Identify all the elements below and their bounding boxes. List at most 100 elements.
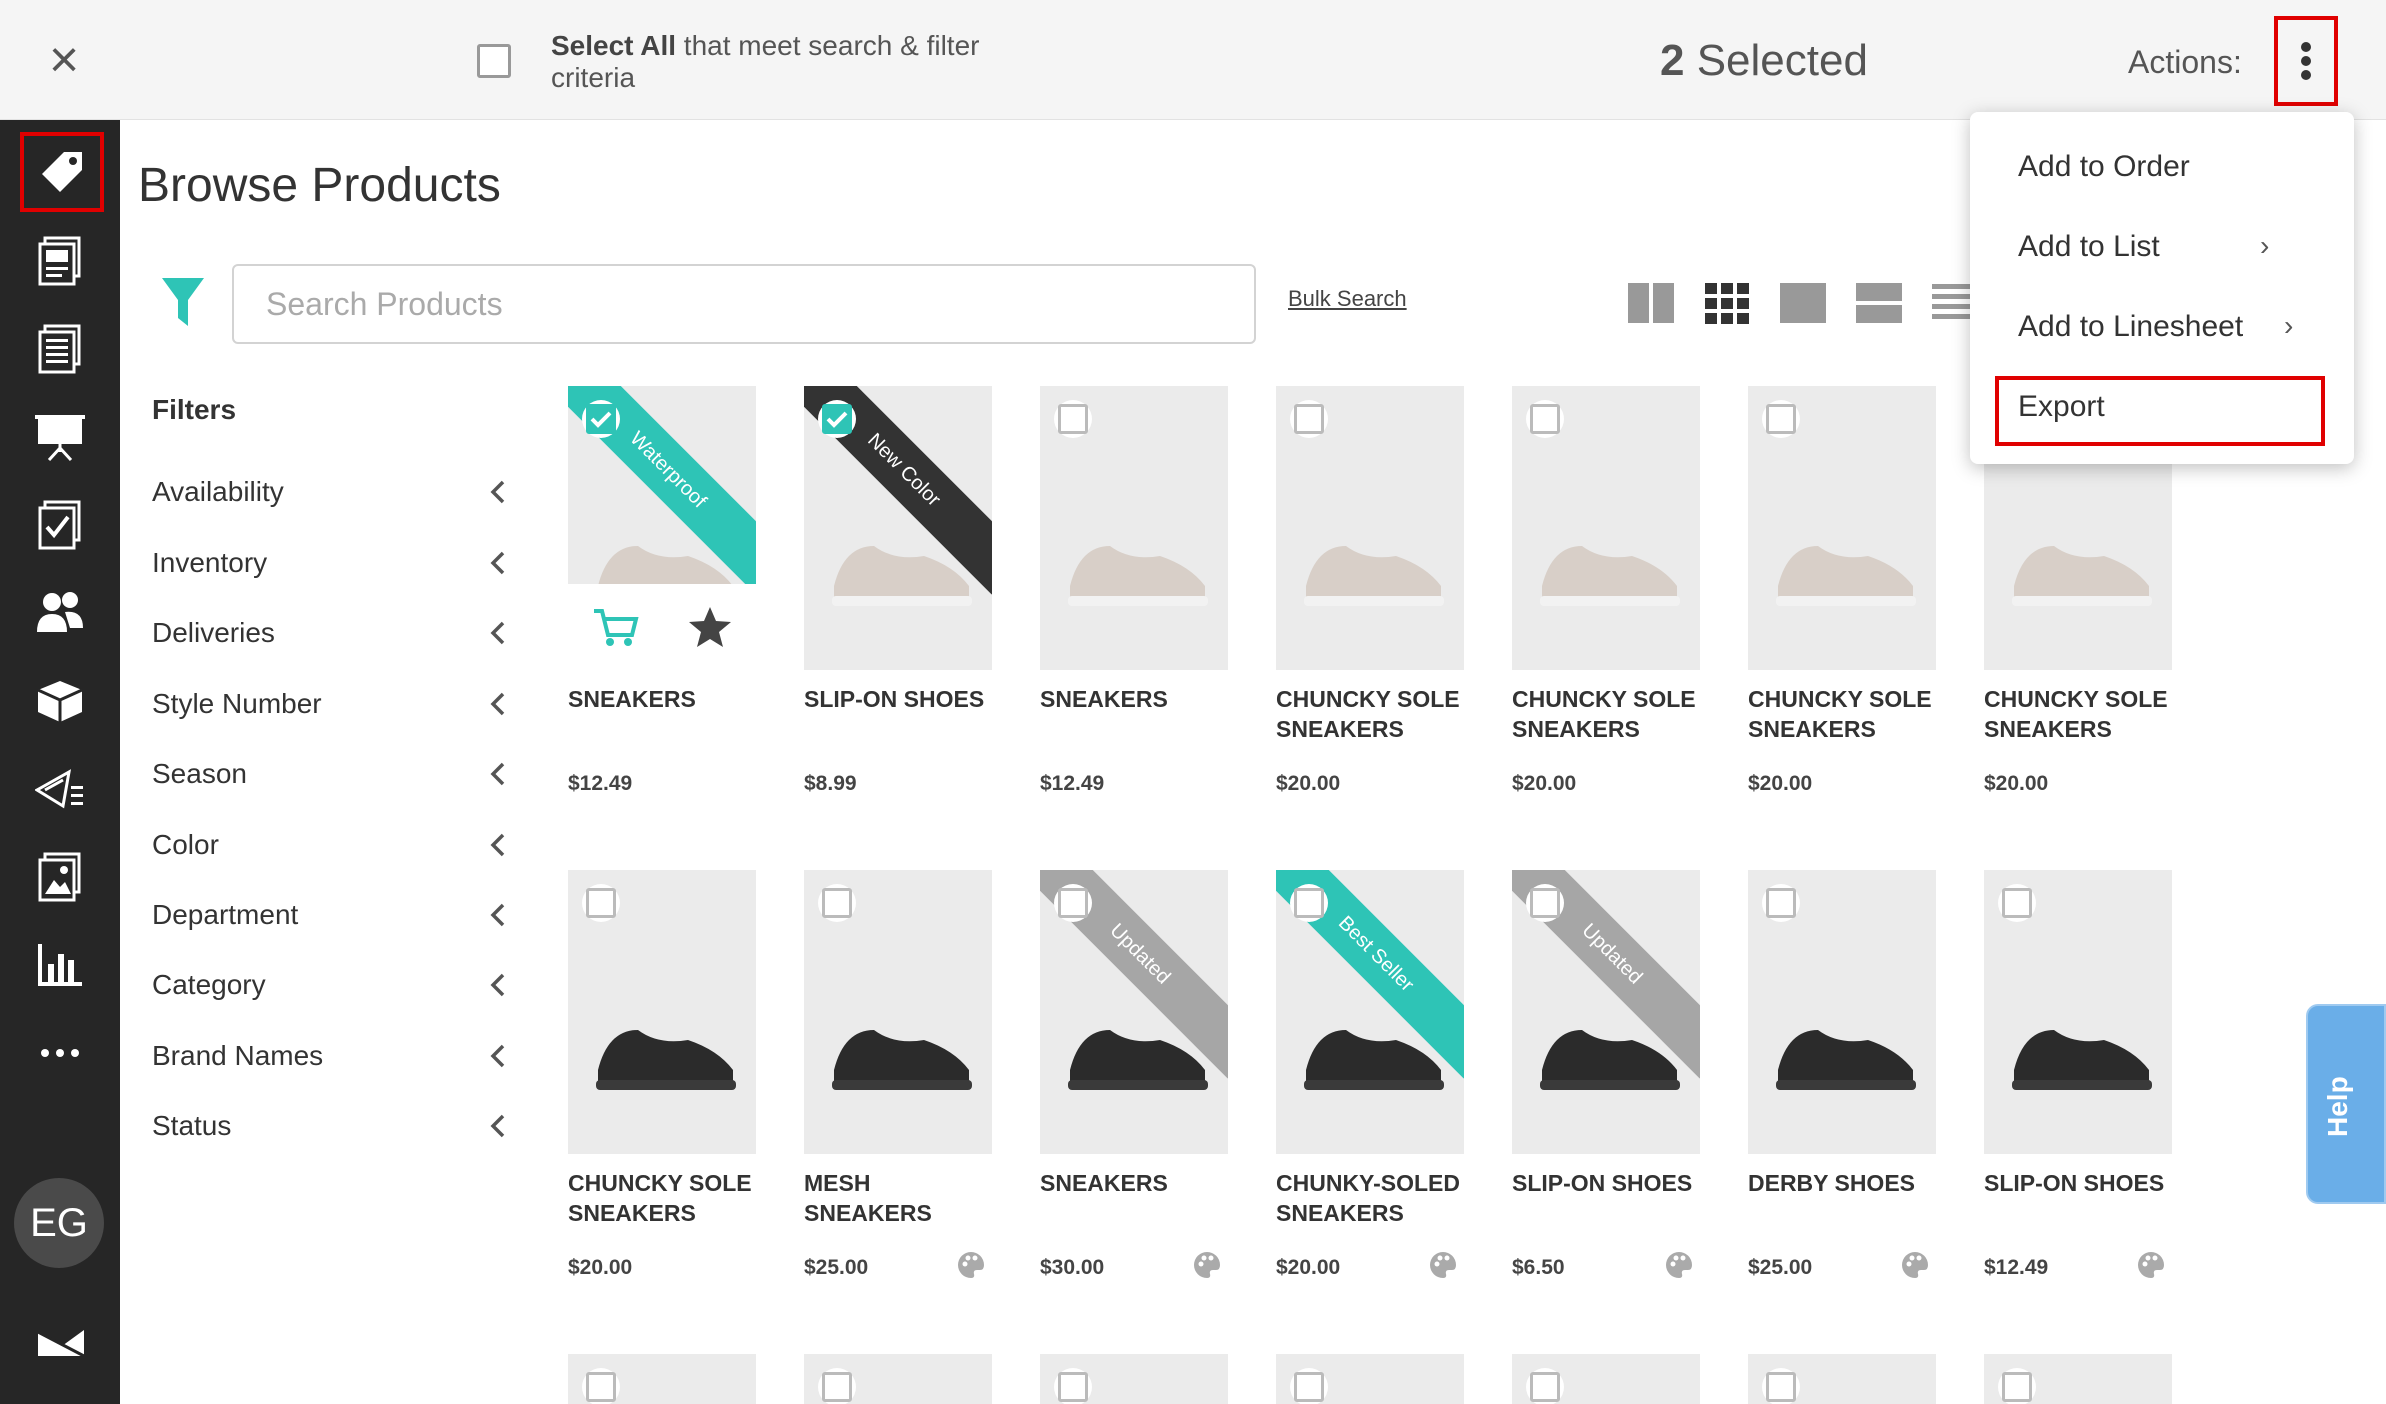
view-two-column-button[interactable] — [1626, 280, 1676, 326]
star-icon[interactable] — [687, 605, 733, 649]
sidebar-item-presentations[interactable] — [33, 410, 87, 464]
product-card[interactable] — [1276, 1354, 1466, 1404]
product-checkbox[interactable] — [1290, 884, 1328, 922]
view-grid-button[interactable] — [1702, 280, 1752, 326]
sidebar-item-products[interactable] — [20, 132, 104, 212]
product-image[interactable]: Updated — [1512, 870, 1700, 1154]
product-image[interactable] — [1040, 386, 1228, 670]
product-checkbox[interactable] — [1998, 1368, 2036, 1404]
filter-category[interactable]: Category — [152, 963, 512, 1007]
product-checkbox[interactable] — [582, 1368, 620, 1404]
product-image[interactable]: Waterproof — [568, 386, 756, 670]
help-button[interactable]: Help — [2306, 1004, 2386, 1204]
product-checkbox[interactable] — [1054, 1368, 1092, 1404]
sidebar-item-media[interactable] — [33, 850, 87, 904]
product-image[interactable] — [1512, 1354, 1700, 1404]
product-card[interactable]: SNEAKERS $12.49 — [1040, 386, 1230, 796]
sidebar-item-tasks[interactable] — [33, 498, 87, 552]
product-card[interactable]: Updated SLIP-ON SHOES $6.50 — [1512, 870, 1702, 1280]
product-card[interactable] — [1040, 1354, 1230, 1404]
product-card[interactable]: CHUNCKY SOLE SNEAKERS $20.00 — [1512, 386, 1702, 796]
menu-add-to-linesheet[interactable]: Add to Linesheet — [2018, 310, 2243, 344]
product-image[interactable] — [804, 1354, 992, 1404]
product-checkbox[interactable] — [1290, 400, 1328, 438]
product-name[interactable]: SNEAKERS — [568, 684, 758, 744]
product-name[interactable]: CHUNCKY SOLE SNEAKERS — [1748, 684, 1938, 744]
product-name[interactable]: CHUNCKY SOLE SNEAKERS — [1512, 684, 1702, 744]
menu-export[interactable]: Export — [2018, 390, 2105, 424]
palette-icon[interactable] — [1664, 1250, 1694, 1280]
close-icon[interactable]: × — [40, 34, 88, 86]
product-image[interactable] — [1748, 386, 1936, 670]
product-card[interactable]: Waterproof SNEAKERS $12.49 — [568, 386, 758, 796]
product-card[interactable]: SLIP-ON SHOES $12.49 — [1984, 870, 2174, 1280]
product-name[interactable]: DERBY SHOES — [1748, 1168, 1938, 1228]
product-card[interactable]: Updated SNEAKERS $30.00 — [1040, 870, 1230, 1280]
product-card[interactable] — [568, 1354, 758, 1404]
product-name[interactable]: SNEAKERS — [1040, 684, 1230, 744]
filter-availability[interactable]: Availability — [152, 470, 512, 514]
product-card[interactable]: CHUNCKY SOLE SNEAKERS $20.00 — [568, 870, 758, 1280]
filter-inventory[interactable]: Inventory — [152, 541, 512, 585]
product-checkbox[interactable] — [818, 400, 856, 438]
menu-add-to-order[interactable]: Add to Order — [2018, 150, 2190, 184]
product-image[interactable] — [568, 1354, 756, 1404]
product-checkbox[interactable] — [1290, 1368, 1328, 1404]
palette-icon[interactable] — [1192, 1250, 1222, 1280]
product-image[interactable] — [1984, 1354, 2172, 1404]
filter-brand-names[interactable]: Brand Names — [152, 1034, 512, 1078]
sidebar-item-campaigns[interactable] — [33, 762, 87, 816]
product-image[interactable] — [1276, 386, 1464, 670]
filter-season[interactable]: Season — [152, 752, 512, 796]
sidebar-item-documents[interactable] — [33, 322, 87, 376]
product-image[interactable] — [1984, 870, 2172, 1154]
product-checkbox[interactable] — [818, 1368, 856, 1404]
product-checkbox[interactable] — [1762, 1368, 1800, 1404]
sidebar-item-catalog[interactable] — [33, 234, 87, 288]
product-name[interactable]: CHUNCKY SOLE SNEAKERS — [1276, 684, 1466, 744]
product-name[interactable]: MESH SNEAKERS — [804, 1168, 994, 1228]
product-checkbox[interactable] — [1054, 400, 1092, 438]
product-name[interactable]: CHUNCKY SOLE SNEAKERS — [1984, 684, 2174, 744]
product-name[interactable]: SLIP-ON SHOES — [1512, 1168, 1702, 1228]
product-card[interactable]: CHUNCKY SOLE SNEAKERS $20.00 — [1748, 386, 1938, 796]
filter-status[interactable]: Status — [152, 1104, 512, 1148]
product-name[interactable]: SNEAKERS — [1040, 1168, 1230, 1228]
product-image[interactable] — [1040, 1354, 1228, 1404]
product-card[interactable] — [804, 1354, 994, 1404]
product-image[interactable] — [568, 870, 756, 1154]
product-checkbox[interactable] — [1054, 884, 1092, 922]
product-checkbox[interactable] — [1526, 400, 1564, 438]
product-image[interactable]: Best Seller — [1276, 870, 1464, 1154]
product-card[interactable] — [1748, 1354, 1938, 1404]
product-card[interactable]: Best Seller CHUNKY-SOLED SNEAKERS $20.00 — [1276, 870, 1466, 1280]
view-large-button[interactable] — [1778, 280, 1828, 326]
search-input[interactable] — [232, 264, 1256, 344]
product-card[interactable]: CHUNCKY SOLE SNEAKERS $20.00 — [1276, 386, 1466, 796]
product-image[interactable] — [1276, 1354, 1464, 1404]
product-image[interactable] — [1512, 386, 1700, 670]
product-card[interactable]: MESH SNEAKERS $25.00 — [804, 870, 994, 1280]
product-image[interactable] — [1748, 870, 1936, 1154]
menu-add-to-list[interactable]: Add to List — [2018, 230, 2160, 264]
palette-icon[interactable] — [1428, 1250, 1458, 1280]
product-name[interactable]: CHUNCKY SOLE SNEAKERS — [568, 1168, 758, 1228]
product-image[interactable]: Updated — [1040, 870, 1228, 1154]
product-card[interactable]: New Color SLIP-ON SHOES $8.99 — [804, 386, 994, 796]
palette-icon[interactable] — [2136, 1250, 2166, 1280]
cart-icon[interactable] — [592, 607, 640, 647]
product-card[interactable] — [1984, 1354, 2174, 1404]
filter-toggle[interactable] — [160, 276, 206, 330]
select-all-checkbox[interactable] — [477, 44, 511, 78]
product-checkbox[interactable] — [818, 884, 856, 922]
product-image[interactable] — [1748, 1354, 1936, 1404]
product-checkbox[interactable] — [582, 400, 620, 438]
palette-icon[interactable] — [956, 1250, 986, 1280]
sidebar-item-reports[interactable] — [33, 938, 87, 992]
product-checkbox[interactable] — [582, 884, 620, 922]
product-checkbox[interactable] — [1526, 884, 1564, 922]
product-checkbox[interactable] — [1526, 1368, 1564, 1404]
sidebar-item-more[interactable] — [33, 1026, 87, 1080]
sidebar-item-customers[interactable] — [33, 586, 87, 640]
sidebar-item-inventory[interactable] — [33, 674, 87, 728]
